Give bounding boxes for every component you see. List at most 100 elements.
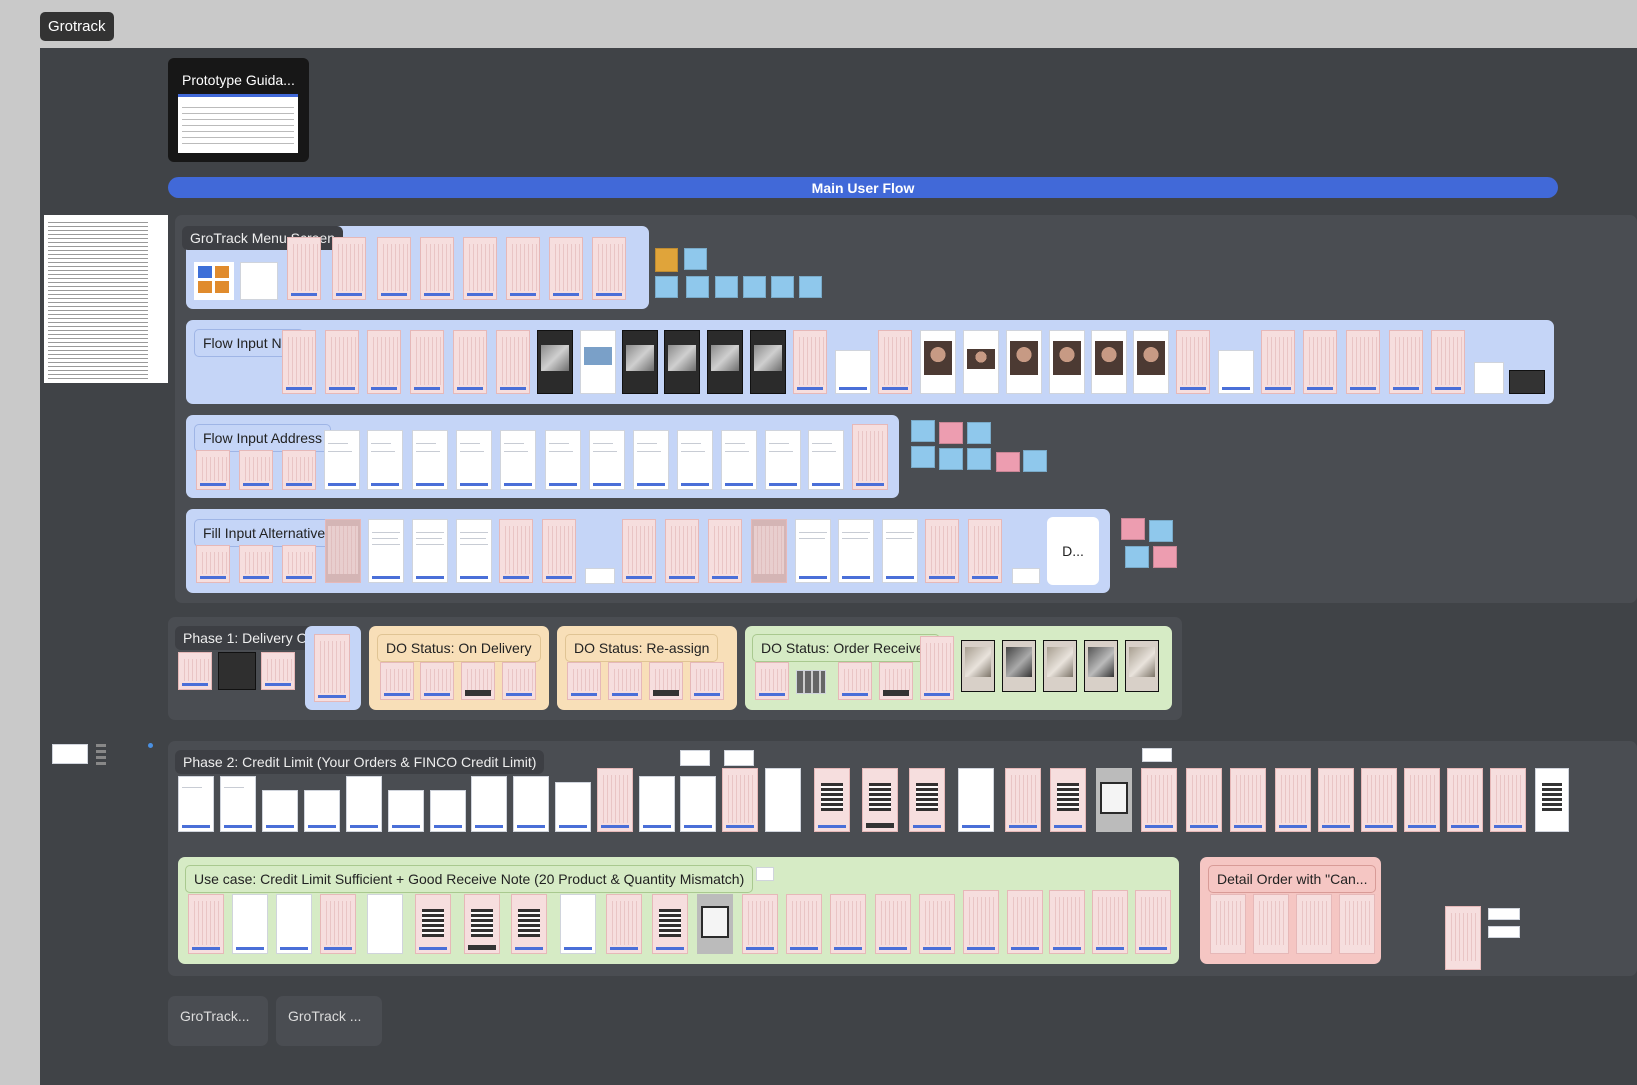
- keyboard-screen[interactable]: [1509, 370, 1545, 394]
- section-fill-input-alternative-title[interactable]: Fill Input Alternative: [194, 519, 335, 547]
- selfie-screen[interactable]: [1133, 330, 1169, 394]
- credit-screen-pink[interactable]: [1404, 768, 1440, 832]
- nik-dialog-screen[interactable]: [1474, 362, 1504, 394]
- alt-small-screen[interactable]: [1012, 568, 1040, 584]
- use-case-screen[interactable]: [1049, 890, 1085, 954]
- address-form-screen[interactable]: [765, 430, 801, 490]
- re-assign-screen[interactable]: [690, 662, 724, 700]
- received-photo-screen[interactable]: [1002, 640, 1036, 692]
- credit-screen[interactable]: [346, 776, 382, 832]
- address-form-screen[interactable]: [412, 430, 448, 490]
- address-form-screen[interactable]: [721, 430, 757, 490]
- menu-screen-blank[interactable]: [240, 262, 278, 300]
- order-received-screen[interactable]: [838, 662, 872, 700]
- detail-order-screen[interactable]: [1253, 894, 1289, 954]
- address-form-screen[interactable]: [589, 430, 625, 490]
- credit-screen[interactable]: [388, 790, 424, 832]
- credit-screen[interactable]: [958, 768, 994, 832]
- credit-screen[interactable]: [430, 790, 466, 832]
- use-case-qr-screen[interactable]: [415, 894, 451, 954]
- alt-screen[interactable]: [499, 519, 533, 583]
- nik-screen[interactable]: [410, 330, 444, 394]
- address-screen[interactable]: [196, 450, 230, 490]
- alt-screen[interactable]: [239, 545, 273, 583]
- phase1-screen[interactable]: [261, 652, 295, 690]
- detail-order-screen[interactable]: [1339, 894, 1375, 954]
- alt-screen[interactable]: [196, 545, 230, 583]
- qr-screen[interactable]: [862, 768, 898, 832]
- nik-screen[interactable]: [367, 330, 401, 394]
- extra-small-screen[interactable]: [1488, 926, 1520, 938]
- order-received-screen[interactable]: [879, 662, 913, 700]
- re-assign-screen[interactable]: [649, 662, 683, 700]
- menu-screen[interactable]: [332, 237, 366, 300]
- menu-screen[interactable]: [549, 237, 583, 300]
- menu-screen[interactable]: [463, 237, 497, 300]
- sticky-note-pink[interactable]: [939, 422, 963, 444]
- address-form-screen[interactable]: [808, 430, 844, 490]
- qr-screen[interactable]: [1050, 768, 1086, 832]
- nik-screen[interactable]: [1261, 330, 1295, 394]
- menu-screen-app-grid[interactable]: [194, 262, 234, 300]
- address-form-screen[interactable]: [545, 430, 581, 490]
- alt-screen-dimmed[interactable]: [751, 519, 787, 583]
- alt-screen[interactable]: [622, 519, 656, 583]
- sticky-note-blue[interactable]: [967, 448, 991, 470]
- nik-screen[interactable]: [1176, 330, 1210, 394]
- nik-result-screen[interactable]: [1218, 350, 1254, 394]
- alt-screen[interactable]: [968, 519, 1002, 583]
- credit-screen[interactable]: [262, 790, 298, 832]
- sticky-note-blue[interactable]: [655, 276, 678, 298]
- nik-screen[interactable]: [1303, 330, 1337, 394]
- phase2-title[interactable]: Phase 2: Credit Limit (Your Orders & FIN…: [175, 750, 545, 774]
- detail-order-title[interactable]: Detail Order with "Can...: [1208, 865, 1377, 893]
- alt-text-screen[interactable]: [838, 519, 874, 583]
- address-form-screen[interactable]: [500, 430, 536, 490]
- menu-screen[interactable]: [377, 237, 411, 300]
- sticky-note-blue[interactable]: [911, 420, 935, 442]
- nik-screen[interactable]: [496, 330, 530, 394]
- use-case-screen[interactable]: [276, 894, 312, 954]
- sticky-note-blue[interactable]: [967, 422, 991, 444]
- selfie-screen[interactable]: [1006, 330, 1042, 394]
- sticky-note-blue[interactable]: [771, 276, 794, 298]
- alt-screen[interactable]: [282, 545, 316, 583]
- nik-screen[interactable]: [793, 330, 827, 394]
- alt-text-screen[interactable]: [412, 519, 448, 583]
- ktp-camera-screen[interactable]: [537, 330, 573, 394]
- use-case-blank-screen[interactable]: [367, 894, 403, 954]
- use-case-screen[interactable]: [919, 894, 955, 954]
- credit-screen-pink[interactable]: [597, 768, 633, 832]
- use-case-screen[interactable]: [875, 894, 911, 954]
- use-case-screen[interactable]: [606, 894, 642, 954]
- use-case-qr-screen[interactable]: [652, 894, 688, 954]
- address-form-screen[interactable]: [324, 430, 360, 490]
- nik-screen[interactable]: [1431, 330, 1465, 394]
- alt-detail-card[interactable]: D...: [1047, 517, 1099, 585]
- credit-small-screen[interactable]: [724, 750, 754, 766]
- re-assign-screen[interactable]: [567, 662, 601, 700]
- credit-screen[interactable]: [513, 776, 549, 832]
- sticky-note-pink[interactable]: [1121, 518, 1145, 540]
- credit-screen[interactable]: [220, 776, 256, 832]
- sticky-note-blue[interactable]: [1125, 546, 1149, 568]
- use-case-screen[interactable]: [188, 894, 224, 954]
- sticky-note-blue[interactable]: [799, 276, 822, 298]
- credit-screen-pink[interactable]: [1318, 768, 1354, 832]
- credit-small-screen[interactable]: [1142, 748, 1172, 762]
- ktp-camera-screen[interactable]: [622, 330, 658, 394]
- use-case-screen[interactable]: [560, 894, 596, 954]
- menu-screen[interactable]: [420, 237, 454, 300]
- credit-screen[interactable]: [680, 776, 716, 832]
- alt-text-screen[interactable]: [456, 519, 492, 583]
- ktp-camera-screen[interactable]: [664, 330, 700, 394]
- sticky-note-blue[interactable]: [1149, 520, 1173, 542]
- credit-screen[interactable]: [639, 776, 675, 832]
- selfie-guide-screen[interactable]: [963, 330, 999, 394]
- credit-blank-screen[interactable]: [765, 768, 801, 832]
- do-status-on-delivery-title[interactable]: DO Status: On Delivery: [377, 634, 541, 662]
- use-case-screen[interactable]: [963, 890, 999, 954]
- ktp-camera-screen[interactable]: [707, 330, 743, 394]
- use-case-qr-screen[interactable]: [511, 894, 547, 954]
- order-received-photos-screen[interactable]: [796, 670, 826, 694]
